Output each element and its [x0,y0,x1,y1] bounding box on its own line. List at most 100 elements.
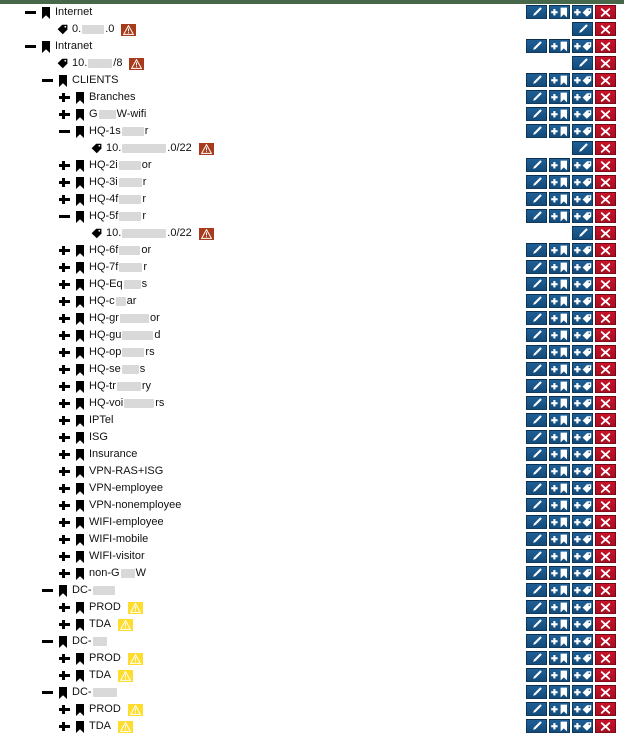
delete-button[interactable] [595,600,616,614]
tree-row[interactable]: DC- [0,582,624,599]
delete-button[interactable] [595,175,616,189]
add-tag-button[interactable] [572,413,593,427]
expand-icon[interactable] [58,533,71,546]
collapse-icon[interactable] [41,686,54,699]
expand-icon[interactable] [58,516,71,529]
add-folder-button[interactable] [549,243,570,257]
expand-icon[interactable] [58,295,71,308]
delete-button[interactable] [595,192,616,206]
delete-button[interactable] [595,566,616,580]
add-tag-button[interactable] [572,362,593,376]
add-folder-button[interactable] [549,260,570,274]
edit-button[interactable] [526,379,547,393]
edit-button[interactable] [572,56,593,70]
edit-button[interactable] [526,158,547,172]
add-tag-button[interactable] [572,702,593,716]
edit-button[interactable] [526,600,547,614]
edit-button[interactable] [526,447,547,461]
tree-row[interactable]: VPN-RAS+ISG [0,463,624,480]
edit-button[interactable] [526,107,547,121]
edit-button[interactable] [526,702,547,716]
add-folder-button[interactable] [549,532,570,546]
expand-icon[interactable] [58,652,71,665]
add-tag-button[interactable] [572,668,593,682]
add-folder-button[interactable] [549,549,570,563]
tree-row[interactable]: HQ-gr or [0,310,624,327]
tree-row[interactable]: Internet [0,4,624,21]
add-folder-button[interactable] [549,107,570,121]
warning-triangle-icon[interactable] [121,23,137,36]
delete-button[interactable] [595,158,616,172]
add-tag-button[interactable] [572,464,593,478]
edit-button[interactable] [526,311,547,325]
add-tag-button[interactable] [572,107,593,121]
delete-button[interactable] [595,396,616,410]
delete-button[interactable] [595,311,616,325]
edit-button[interactable] [526,124,547,138]
tree-row[interactable]: HQ-6f or [0,242,624,259]
expand-icon[interactable] [58,465,71,478]
tree-row[interactable]: 10. .0/22 [0,225,624,242]
add-folder-button[interactable] [549,396,570,410]
expand-icon[interactable] [58,312,71,325]
add-folder-button[interactable] [549,668,570,682]
expand-icon[interactable] [58,91,71,104]
add-folder-button[interactable] [549,651,570,665]
tree-row[interactable]: HQ-5f r [0,208,624,225]
collapse-icon[interactable] [41,584,54,597]
collapse-icon[interactable] [24,40,37,53]
add-tag-button[interactable] [572,651,593,665]
expand-icon[interactable] [58,482,71,495]
add-tag-button[interactable] [572,192,593,206]
add-tag-button[interactable] [572,260,593,274]
edit-button[interactable] [526,668,547,682]
edit-button[interactable] [526,209,547,223]
edit-button[interactable] [526,345,547,359]
add-tag-button[interactable] [572,73,593,87]
add-folder-button[interactable] [549,719,570,733]
edit-button[interactable] [526,396,547,410]
tree-row[interactable]: Intranet [0,38,624,55]
tree-row[interactable]: WIFI-employee [0,514,624,531]
add-folder-button[interactable] [549,685,570,699]
add-folder-button[interactable] [549,702,570,716]
edit-button[interactable] [526,175,547,189]
add-tag-button[interactable] [572,158,593,172]
edit-button[interactable] [526,566,547,580]
add-folder-button[interactable] [549,345,570,359]
edit-button[interactable] [526,532,547,546]
edit-button[interactable] [526,481,547,495]
add-folder-button[interactable] [549,209,570,223]
tree-row[interactable]: PROD [0,599,624,616]
add-tag-button[interactable] [572,90,593,104]
tree-row[interactable]: 0. .0 [0,21,624,38]
add-folder-button[interactable] [549,481,570,495]
expand-icon[interactable] [58,363,71,376]
delete-button[interactable] [595,634,616,648]
add-folder-button[interactable] [549,294,570,308]
edit-button[interactable] [526,90,547,104]
tree-row[interactable]: 10. /8 [0,55,624,72]
add-tag-button[interactable] [572,379,593,393]
delete-button[interactable] [595,617,616,631]
tree-row[interactable]: HQ-voi rs [0,395,624,412]
edit-button[interactable] [526,73,547,87]
edit-button[interactable] [526,243,547,257]
expand-icon[interactable] [58,346,71,359]
add-tag-button[interactable] [572,5,593,19]
tree-row[interactable]: HQ-1s r [0,123,624,140]
delete-button[interactable] [595,226,616,240]
delete-button[interactable] [595,719,616,733]
add-tag-button[interactable] [572,532,593,546]
collapse-icon[interactable] [58,210,71,223]
delete-button[interactable] [595,651,616,665]
delete-button[interactable] [595,294,616,308]
warning-triangle-icon[interactable] [198,142,214,155]
delete-button[interactable] [595,107,616,121]
edit-button[interactable] [526,651,547,665]
add-folder-button[interactable] [549,73,570,87]
expand-icon[interactable] [58,329,71,342]
edit-button[interactable] [526,277,547,291]
add-folder-button[interactable] [549,124,570,138]
add-tag-button[interactable] [572,430,593,444]
